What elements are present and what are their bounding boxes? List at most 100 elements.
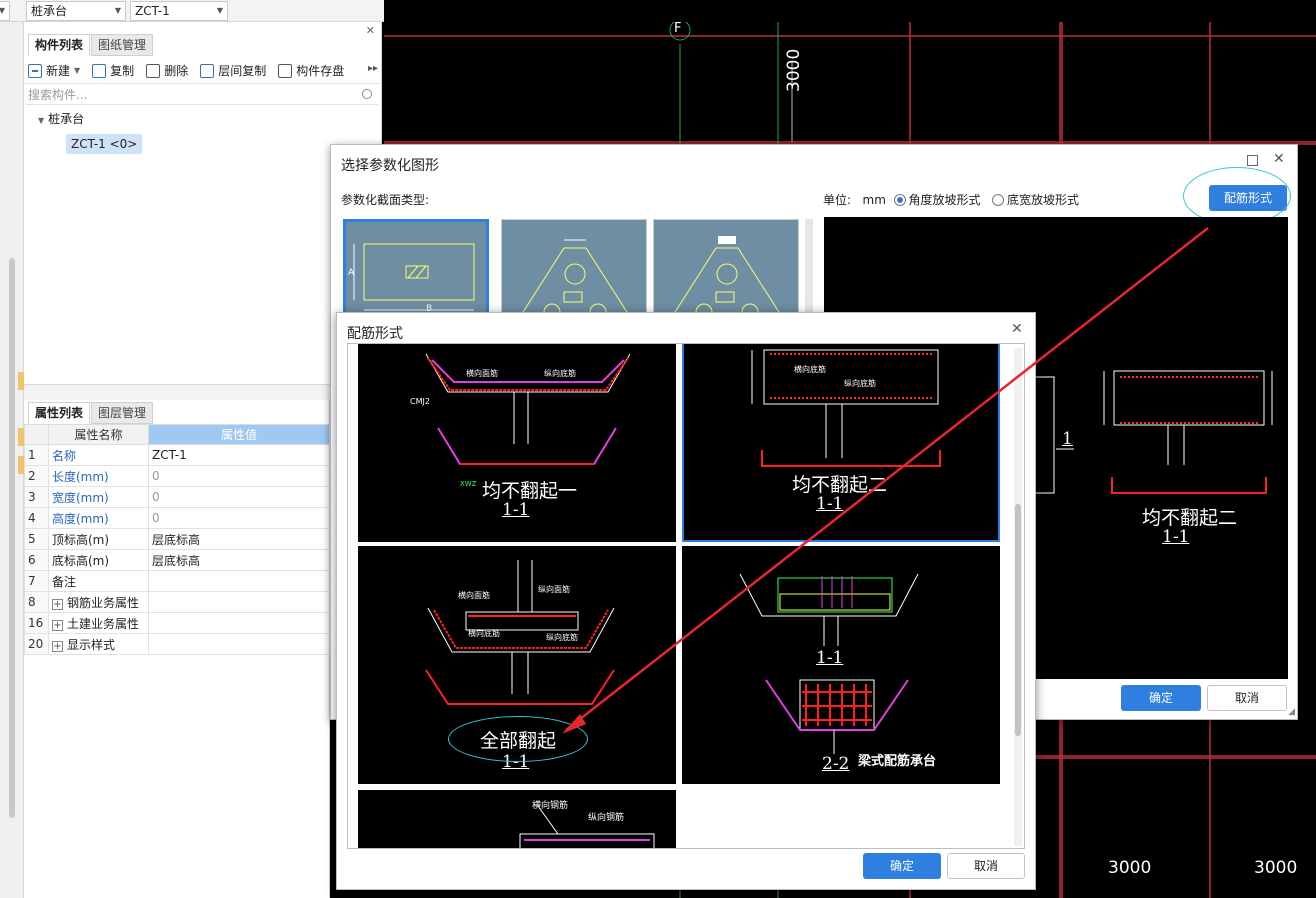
tab-property-list[interactable]: 属性列表 <box>28 402 91 424</box>
dimension-bottom-1: 3000 <box>1108 858 1152 878</box>
rebar-form-option-2[interactable]: 横向底筋 纵向底筋 均不翻起二 1-1 <box>682 344 1000 542</box>
dialog-title: 配筋形式 <box>347 326 403 342</box>
property-name: 土建业务属性 <box>67 616 140 631</box>
svg-text:横向底筋: 横向底筋 <box>468 628 500 638</box>
table-row[interactable]: 6 底标高(m) 层底标高 <box>24 549 330 571</box>
tab-drawing-management[interactable]: 图纸管理 <box>91 34 154 56</box>
thumb-label-a: A <box>348 268 355 278</box>
new-label: 新建 <box>46 64 71 78</box>
property-value[interactable] <box>148 633 330 655</box>
component-name-combo[interactable]: ZCT-1 ▼ <box>130 1 228 21</box>
row-index: 8 <box>24 591 49 613</box>
top-combo-bar: ▼ 桩承台 ▼ ZCT-1 ▼ <box>0 0 384 22</box>
radio-width[interactable]: 底宽放坡形式 <box>992 193 1079 207</box>
close-icon[interactable]: ✕ <box>1011 321 1023 337</box>
dialog1-cancel-button[interactable]: 取消 <box>1207 685 1287 711</box>
tab-component-list[interactable]: 构件列表 <box>28 34 91 56</box>
dialog2-cancel-button[interactable]: 取消 <box>947 853 1025 879</box>
search-placeholder: 搜索构件... <box>28 88 88 102</box>
property-value[interactable] <box>148 570 330 592</box>
property-value[interactable]: 层底标高 <box>148 549 330 571</box>
property-name: 备注 <box>48 570 149 592</box>
gallery-scrollbar[interactable] <box>1014 348 1022 846</box>
header-property-value: 属性值 <box>148 424 330 445</box>
rebar-form-gallery: 横向面筋 纵向底筋 CMJ2 XWZ 均不翻起一 1-1 横向底筋 纵向底筋 均… <box>347 343 1025 849</box>
shape-thumbnail-triangle-2[interactable] <box>653 219 799 320</box>
radio-angle-label: 角度放坡形式 <box>908 193 981 207</box>
chevron-down-icon[interactable]: ▼ <box>74 66 80 75</box>
table-row[interactable]: 8 + 钢筋业务属性 <box>24 591 330 613</box>
row-index: 2 <box>24 465 49 487</box>
copy-button[interactable]: 复制 <box>92 62 134 79</box>
table-row[interactable]: 20 + 显示样式 <box>24 633 330 655</box>
component-type-combo[interactable]: 桩承台 ▼ <box>26 1 126 21</box>
rebar-form-option-4[interactable]: 1-1 2-2 梁式配筋承台 <box>682 546 1000 784</box>
shape-thumbnail-rect[interactable]: A B <box>343 219 489 319</box>
scrollbar-thumb[interactable] <box>1015 504 1021 736</box>
cell5-label-1: 横向钢筋 <box>532 801 569 811</box>
rect-shape-drawing <box>353 243 475 311</box>
property-name: 钢筋业务属性 <box>67 595 140 610</box>
table-row[interactable]: 7 备注 <box>24 570 330 592</box>
option-section: 1-1 <box>816 494 844 514</box>
table-row[interactable]: 5 顶标高(m) 层底标高 <box>24 528 330 550</box>
expand-icon[interactable]: + <box>52 640 63 652</box>
expand-icon[interactable]: + <box>52 598 63 610</box>
more-icon[interactable]: ▸▸ <box>368 63 378 74</box>
maximize-icon[interactable] <box>1247 155 1258 166</box>
close-icon[interactable]: ✕ <box>1273 151 1285 167</box>
table-row[interactable]: 4 高度(mm) 0 <box>24 507 330 529</box>
radio-icon <box>992 194 1004 206</box>
splitter[interactable] <box>24 384 382 400</box>
combo-partial[interactable]: ▼ <box>0 1 10 21</box>
section-type-label: 参数化截面类型: <box>341 193 430 207</box>
tab-layer-management[interactable]: 图层管理 <box>91 402 154 424</box>
property-value[interactable] <box>148 591 330 613</box>
svg-text:纵向底筋: 纵向底筋 <box>844 378 876 388</box>
component-list-panel: ✕ 构件列表 图纸管理 新建 ▼ 复制 删除 层间复制 构件存盘 ▸▸ 搜索构件.… <box>24 22 382 384</box>
table-row[interactable]: 2 长度(mm) 0 <box>24 465 330 487</box>
tree-root[interactable]: ▼ 桩承台 <box>38 110 84 127</box>
property-name: 显示样式 <box>67 637 116 652</box>
rebar-drawing <box>519 805 655 848</box>
table-row[interactable]: 16 + 土建业务属性 <box>24 612 330 634</box>
rebar-form-option-5[interactable]: 横向钢筋 纵向钢筋 <box>358 790 676 848</box>
unit-label: 单位: <box>823 193 852 207</box>
row-index: 5 <box>24 528 49 550</box>
property-value[interactable]: 0 <box>148 465 330 487</box>
tree-root-label: 桩承台 <box>48 112 85 126</box>
unit-value: mm <box>862 193 886 207</box>
cell5-label-2: 纵向钢筋 <box>588 813 625 823</box>
save-component-button[interactable]: 构件存盘 <box>278 62 344 79</box>
trash-icon <box>146 63 161 78</box>
property-value[interactable]: ZCT-1 <box>148 444 330 466</box>
resize-grip-icon[interactable]: ◢ <box>1288 707 1295 717</box>
table-row[interactable]: 1 名称 ZCT-1 <box>24 444 330 466</box>
radio-angle[interactable]: 角度放坡形式 <box>893 193 981 207</box>
property-value[interactable]: 层底标高 <box>148 528 330 550</box>
property-value[interactable]: 0 <box>148 486 330 508</box>
dialog2-ok-button[interactable]: 确定 <box>863 853 941 879</box>
thumbnail-scrollbar[interactable] <box>805 219 813 319</box>
copy-icon <box>92 63 107 78</box>
component-name-value: ZCT-1 <box>135 4 170 18</box>
floor-copy-label: 层间复制 <box>218 64 267 78</box>
expand-icon[interactable]: + <box>52 619 63 631</box>
property-value[interactable] <box>148 612 330 634</box>
expand-icon[interactable]: ▼ <box>38 116 44 125</box>
tree-item-zct-1[interactable]: ZCT-1 <0> <box>66 134 143 154</box>
rebar-form-option-1[interactable]: 横向面筋 纵向底筋 CMJ2 XWZ 均不翻起一 1-1 <box>358 344 676 542</box>
option-section-top: 1-1 <box>816 648 844 668</box>
strip-scrollbar[interactable] <box>9 258 15 818</box>
property-value[interactable]: 0 <box>148 507 330 529</box>
new-button[interactable]: 新建 ▼ <box>28 62 80 79</box>
close-icon[interactable]: ✕ <box>366 24 375 37</box>
rebar-form-option-3[interactable]: 横向面筋 纵向面筋 横向底筋 纵向底筋 全部翻起 1-1 <box>358 546 676 784</box>
shape-thumbnail-triangle-1[interactable] <box>501 219 647 320</box>
delete-button[interactable]: 删除 <box>146 62 188 79</box>
dialog1-ok-button[interactable]: 确定 <box>1121 685 1201 711</box>
table-row[interactable]: 3 宽度(mm) 0 <box>24 486 330 508</box>
preview-left-section: 1 <box>1062 429 1073 449</box>
search-input[interactable]: 搜索构件... <box>26 85 378 105</box>
floor-copy-button[interactable]: 层间复制 <box>200 62 266 79</box>
